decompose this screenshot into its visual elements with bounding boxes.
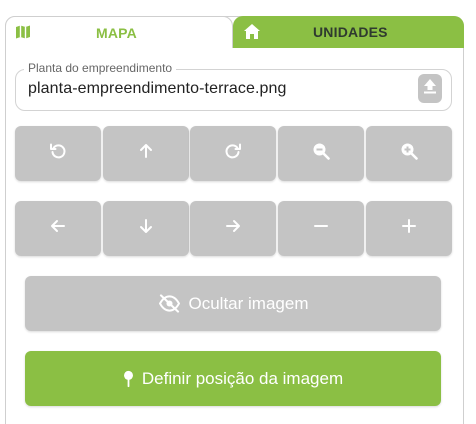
zoom-in-button[interactable] bbox=[366, 126, 452, 181]
file-field-value: planta-empreendimento-terrace.png bbox=[28, 80, 287, 97]
file-field-label: Planta do empreendimento bbox=[24, 61, 177, 75]
move-up-button[interactable] bbox=[103, 126, 189, 181]
set-image-position-label: Definir posição da imagem bbox=[141, 368, 344, 388]
minus-icon bbox=[312, 217, 330, 240]
rotate-right-icon bbox=[224, 142, 242, 165]
zoom-out-icon bbox=[312, 142, 330, 165]
move-right-button[interactable] bbox=[190, 201, 276, 256]
tab-units[interactable]: UNIDADES bbox=[233, 16, 464, 48]
home-icon bbox=[243, 23, 261, 40]
eye-off-icon bbox=[158, 294, 181, 313]
zoom-in-icon bbox=[400, 142, 418, 165]
enlarge-button[interactable] bbox=[366, 201, 452, 256]
tab-map[interactable]: MAPA bbox=[5, 16, 233, 48]
move-left-button[interactable] bbox=[15, 201, 101, 256]
hide-image-button[interactable]: Ocultar imagem bbox=[25, 276, 441, 331]
move-down-button[interactable] bbox=[103, 201, 189, 256]
arrow-down-icon bbox=[137, 217, 155, 240]
plus-icon bbox=[400, 217, 418, 240]
upload-icon bbox=[422, 77, 438, 100]
rotate-left-button[interactable] bbox=[15, 126, 101, 181]
arrow-right-icon bbox=[224, 217, 242, 240]
rotate-right-button[interactable] bbox=[190, 126, 276, 181]
arrow-left-icon bbox=[49, 217, 67, 240]
rotate-left-icon bbox=[49, 142, 67, 165]
zoom-out-button[interactable] bbox=[278, 126, 364, 181]
hide-image-label: Ocultar imagem bbox=[188, 293, 309, 313]
set-image-position-button[interactable]: Definir posição da imagem bbox=[25, 351, 441, 406]
map-pin-icon bbox=[123, 370, 134, 388]
top-strip bbox=[0, 0, 476, 16]
shrink-button[interactable] bbox=[278, 201, 364, 256]
arrow-up-icon bbox=[137, 142, 155, 165]
upload-button[interactable] bbox=[418, 74, 442, 103]
map-icon bbox=[15, 24, 31, 40]
tab-map-label: MAPA bbox=[96, 25, 137, 41]
tab-units-label: UNIDADES bbox=[313, 24, 388, 40]
